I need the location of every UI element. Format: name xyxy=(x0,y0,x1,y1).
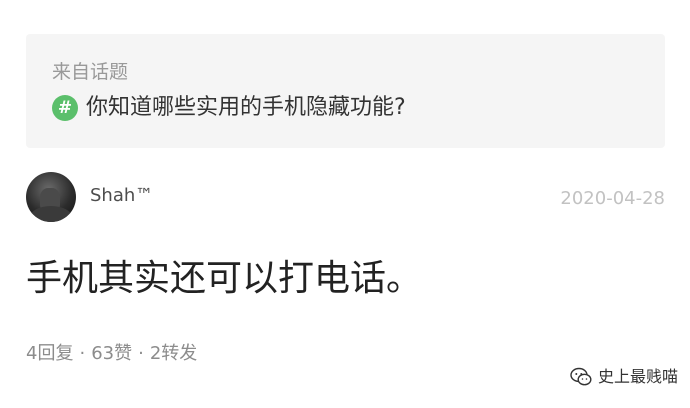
avatar[interactable] xyxy=(26,172,76,222)
topic-title[interactable]: 你知道哪些实用的手机隐藏功能? xyxy=(86,93,406,123)
topic-card[interactable]: 来自话题 # 你知道哪些实用的手机隐藏功能? xyxy=(26,34,665,148)
post-screen: 来自话题 # 你知道哪些实用的手机隐藏功能? Shah™ 2020-04-28 … xyxy=(0,0,690,408)
hash-icon: # xyxy=(52,95,78,121)
stats-separator: · xyxy=(138,343,144,364)
post-stats: 4回复 · 63赞 · 2转发 xyxy=(26,342,197,366)
reply-count[interactable]: 4回复 xyxy=(26,343,73,364)
username[interactable]: Shah™ xyxy=(90,184,153,208)
watermark-text: 史上最贱喵 xyxy=(597,367,678,386)
post-date: 2020-04-28 xyxy=(560,188,665,209)
like-count[interactable]: 63赞 xyxy=(91,343,132,364)
topic-row[interactable]: # 你知道哪些实用的手机隐藏功能? xyxy=(52,92,406,124)
topic-source-label: 来自话题 xyxy=(52,61,129,83)
stats-separator: · xyxy=(79,343,86,364)
repost-count[interactable]: 2转发 xyxy=(150,343,197,364)
wechat-icon xyxy=(570,367,592,386)
post-content: 手机其实还可以打电话。 xyxy=(26,258,423,299)
watermark: 史上最贱喵 xyxy=(570,366,678,388)
